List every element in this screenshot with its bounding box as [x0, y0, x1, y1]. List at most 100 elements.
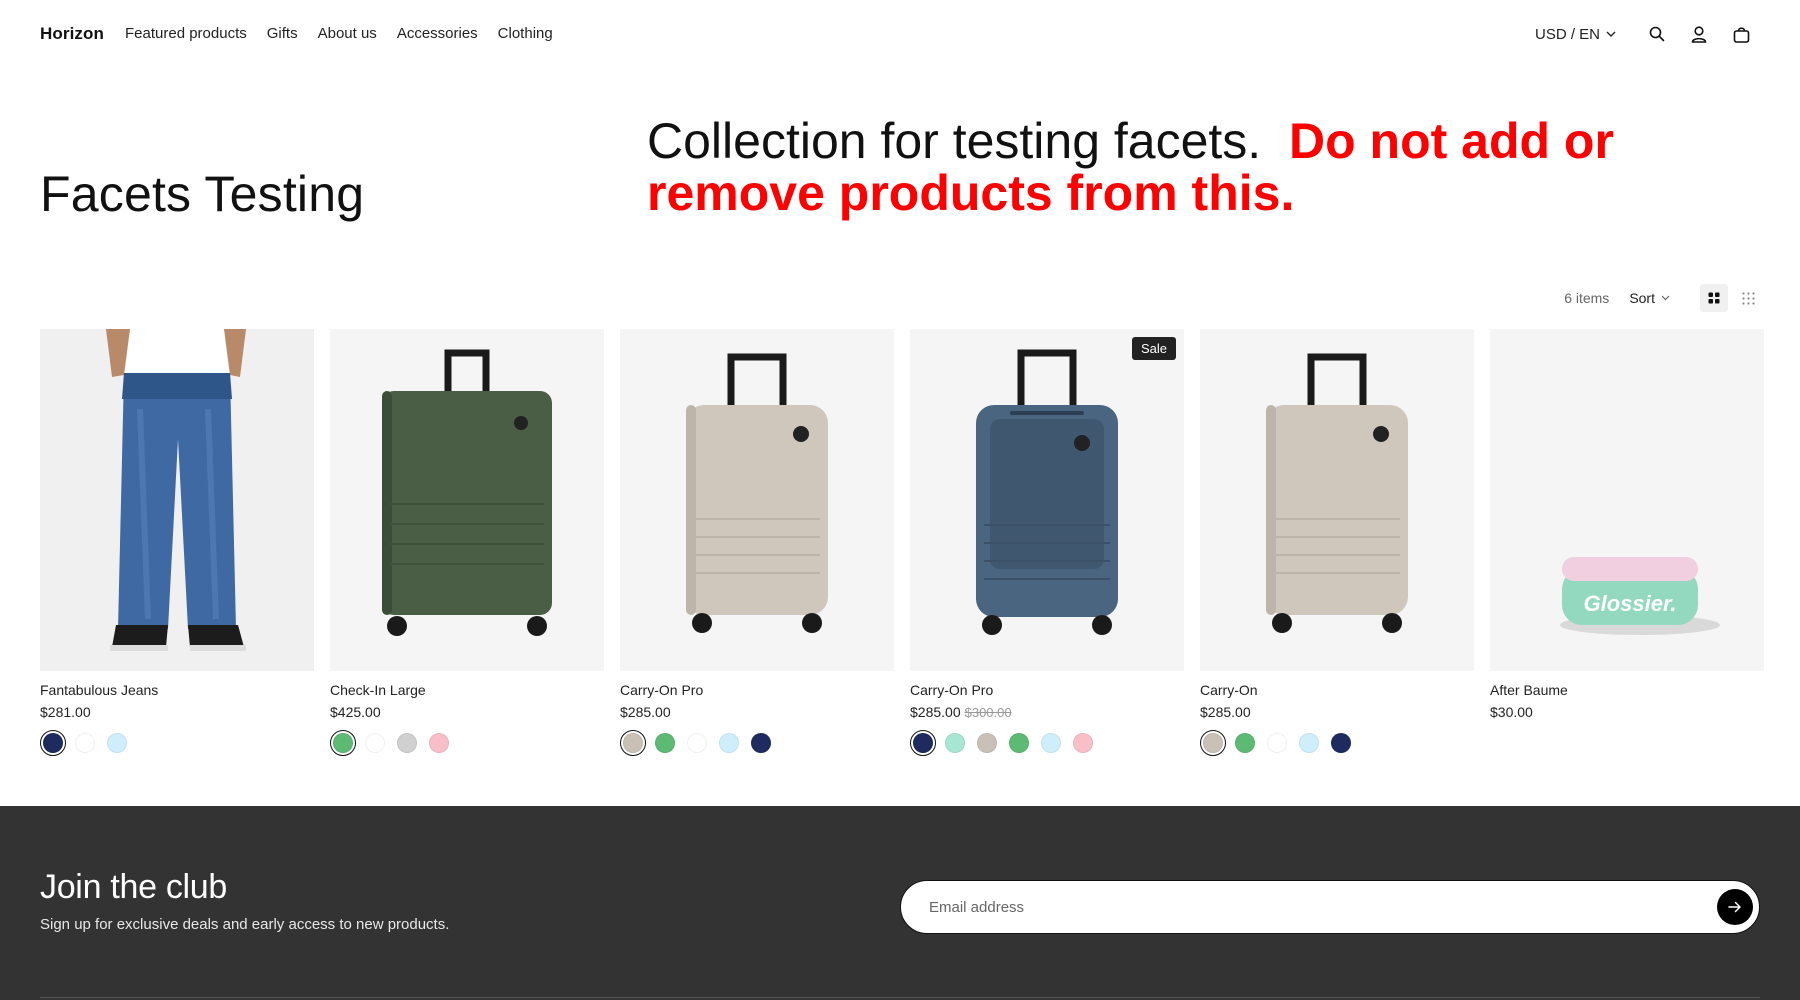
product-image[interactable]: Glossier.	[1490, 329, 1764, 671]
color-swatch[interactable]	[1038, 730, 1064, 756]
product-price: $425.00	[330, 704, 604, 720]
swatch-color	[1299, 733, 1319, 753]
color-swatch[interactable]	[72, 730, 98, 756]
product-image[interactable]	[1200, 329, 1474, 671]
product-image[interactable]: Sale	[910, 329, 1184, 671]
search-button[interactable]	[1636, 20, 1678, 48]
nav-gifts[interactable]: Gifts	[267, 25, 298, 42]
product-image[interactable]	[40, 329, 314, 671]
sort-dropdown[interactable]: Sort	[1629, 290, 1670, 306]
product-card[interactable]: Carry-On Pro $285.00	[620, 329, 894, 756]
product-name[interactable]: Carry-On	[1200, 682, 1474, 698]
product-image[interactable]	[620, 329, 894, 671]
color-swatch[interactable]	[652, 730, 678, 756]
color-swatch[interactable]	[104, 730, 130, 756]
color-swatch[interactable]	[684, 730, 710, 756]
color-swatch[interactable]	[1006, 730, 1032, 756]
color-swatch[interactable]	[910, 730, 936, 756]
nav-clothing[interactable]: Clothing	[498, 25, 553, 42]
swatch-color	[687, 733, 707, 753]
site-logo[interactable]: Horizon	[40, 24, 104, 44]
nav-about-us[interactable]: About us	[318, 25, 377, 42]
newsletter-subtitle: Sign up for exclusive deals and early ac…	[40, 916, 450, 933]
header-actions: USD / EN	[1535, 20, 1762, 48]
compare-at-price: $300.00	[964, 705, 1012, 720]
main-nav: Featured products Gifts About us Accesso…	[125, 25, 553, 42]
color-swatch[interactable]	[40, 730, 66, 756]
swatch-list	[620, 730, 894, 756]
color-swatch[interactable]	[716, 730, 742, 756]
product-price: $30.00	[1490, 704, 1764, 720]
swatch-color	[623, 733, 643, 753]
suitcase-sand-image	[686, 353, 828, 633]
color-swatch[interactable]	[426, 730, 452, 756]
view-grid-large-button[interactable]	[1700, 284, 1728, 312]
product-card[interactable]: Fantabulous Jeans $281.00	[40, 329, 314, 756]
swatch-color	[397, 733, 417, 753]
product-name[interactable]: Fantabulous Jeans	[40, 682, 314, 698]
color-swatch[interactable]	[1328, 730, 1354, 756]
product-image[interactable]	[330, 329, 604, 671]
color-swatch[interactable]	[362, 730, 388, 756]
arrow-right-icon	[1728, 901, 1741, 913]
swatch-color	[719, 733, 739, 753]
nav-featured-products[interactable]: Featured products	[125, 25, 247, 42]
swatch-color	[1041, 733, 1061, 753]
product-card[interactable]: Glossier. After Baume $30.00	[1490, 329, 1764, 756]
price: $285.00	[910, 704, 961, 720]
color-swatch[interactable]	[1296, 730, 1322, 756]
swatch-color	[75, 733, 95, 753]
newsletter-submit-button[interactable]	[1717, 889, 1753, 925]
site-header: Horizon Featured products Gifts About us…	[0, 0, 1800, 68]
nav-accessories[interactable]: Accessories	[397, 25, 478, 42]
grid-small-icon	[1741, 291, 1755, 305]
product-card[interactable]: Sale Carry-On Pro $285.00 $300.00	[910, 329, 1184, 756]
swatch-color	[107, 733, 127, 753]
balm-jar-lettering: Glossier.	[1584, 591, 1677, 616]
suitcase-sand-image	[1266, 353, 1408, 633]
product-card[interactable]: Check-In Large $425.00	[330, 329, 604, 756]
color-swatch[interactable]	[942, 730, 968, 756]
email-field[interactable]	[929, 881, 1689, 933]
color-swatch[interactable]	[1070, 730, 1096, 756]
locale-label: USD / EN	[1534, 25, 1600, 43]
footer-divider	[40, 997, 1760, 998]
description-text: Collection for testing facets.	[647, 113, 1262, 169]
swatch-list	[910, 730, 1184, 756]
cart-button[interactable]	[1720, 20, 1762, 48]
collection-description: Collection for testing facets. Do not ad…	[647, 115, 1647, 219]
color-swatch[interactable]	[394, 730, 420, 756]
swatch-color	[1267, 733, 1287, 753]
product-name[interactable]: Check-In Large	[330, 682, 604, 698]
newsletter-title: Join the club	[40, 868, 228, 906]
account-button[interactable]	[1678, 20, 1720, 48]
view-grid-small-button[interactable]	[1734, 284, 1762, 312]
suitcase-green-image	[382, 349, 552, 636]
product-card[interactable]: Carry-On $285.00	[1200, 329, 1474, 756]
search-icon	[1649, 26, 1665, 42]
product-name[interactable]: Carry-On Pro	[620, 682, 894, 698]
locale-selector[interactable]: USD / EN	[1535, 26, 1616, 43]
color-swatch[interactable]	[1200, 730, 1226, 756]
color-swatch[interactable]	[748, 730, 774, 756]
product-name[interactable]: Carry-On Pro	[910, 682, 1184, 698]
swatch-color	[43, 733, 63, 753]
swatch-color	[1009, 733, 1029, 753]
chevron-down-icon	[1661, 295, 1670, 301]
swatch-color	[945, 733, 965, 753]
sort-label: Sort	[1629, 290, 1655, 306]
color-swatch[interactable]	[330, 730, 356, 756]
price: $425.00	[330, 704, 381, 720]
color-swatch[interactable]	[1232, 730, 1258, 756]
swatch-color	[429, 733, 449, 753]
color-swatch[interactable]	[1264, 730, 1290, 756]
swatch-color	[751, 733, 771, 753]
product-name[interactable]: After Baume	[1490, 682, 1764, 698]
color-swatch[interactable]	[620, 730, 646, 756]
swatch-list	[330, 730, 604, 756]
color-swatch[interactable]	[974, 730, 1000, 756]
price: $30.00	[1490, 704, 1533, 720]
product-price: $285.00	[620, 704, 894, 720]
swatch-color	[977, 733, 997, 753]
price: $281.00	[40, 704, 91, 720]
